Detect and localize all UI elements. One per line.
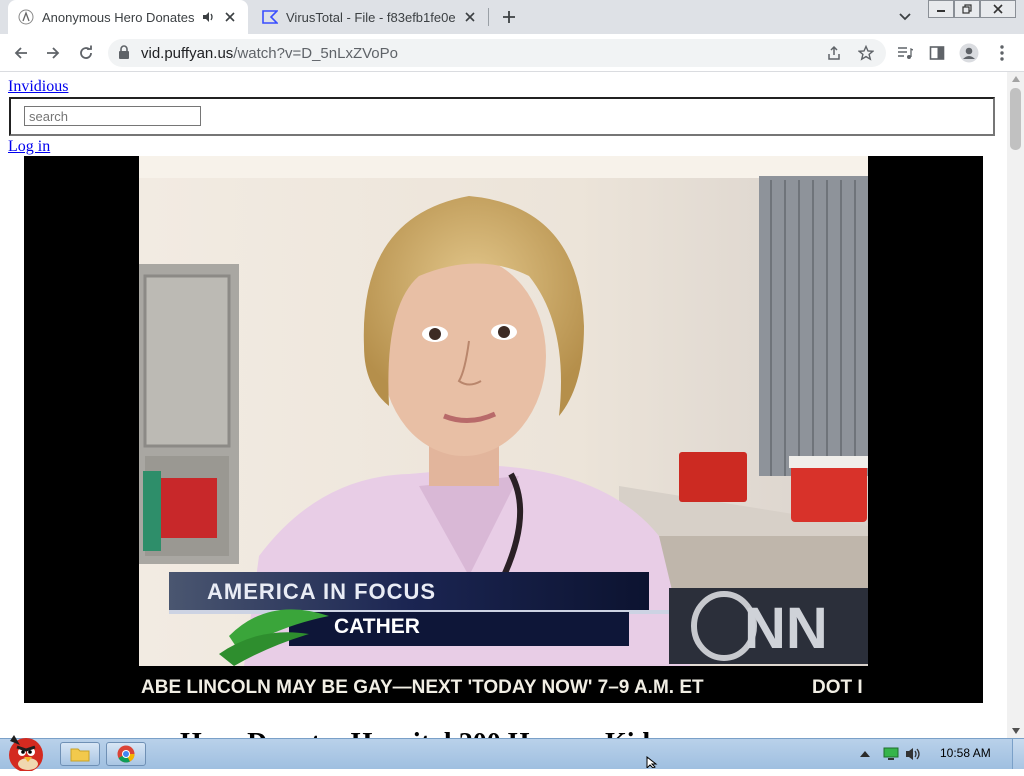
invidious-home-link[interactable]: Invidious bbox=[8, 78, 68, 96]
restore-button[interactable] bbox=[954, 0, 980, 18]
profile-button[interactable] bbox=[956, 40, 982, 66]
video-player[interactable]: NN AMERICA IN FOCUS CATHER ABE LINCOLN M… bbox=[24, 156, 983, 703]
search-input[interactable] bbox=[24, 106, 201, 126]
kebab-menu-icon bbox=[1000, 45, 1004, 61]
tab-anonymous-hero[interactable]: Anonymous Hero Donates bbox=[8, 0, 248, 34]
tab-separator bbox=[488, 8, 489, 26]
show-hidden-icons-button[interactable] bbox=[858, 745, 872, 763]
network-tray-button[interactable] bbox=[882, 745, 900, 763]
page-scrollbar[interactable] bbox=[1007, 72, 1024, 738]
tab-strip: Anonymous Hero Donates VirusTotal - File… bbox=[0, 0, 1024, 34]
video-frame[interactable]: NN AMERICA IN FOCUS CATHER ABE LINCOLN M… bbox=[139, 156, 868, 703]
url-host: vid.puffyan.us bbox=[141, 45, 234, 62]
tab-search-button[interactable] bbox=[893, 5, 917, 29]
folder-icon bbox=[70, 748, 90, 762]
chevron-up-icon bbox=[860, 751, 870, 757]
virustotal-favicon-icon bbox=[262, 9, 278, 25]
tab-title: Anonymous Hero Donates bbox=[42, 9, 195, 25]
lower-third-title: AMERICA IN FOCUS bbox=[207, 579, 436, 604]
side-panel-button[interactable] bbox=[924, 40, 950, 66]
minimize-button[interactable] bbox=[928, 0, 954, 18]
reload-button[interactable] bbox=[73, 40, 99, 66]
invidious-favicon-icon bbox=[18, 9, 34, 25]
browser-toolbar: vid.puffyan.us/watch?v=D_5nLxZVoPo bbox=[0, 34, 1024, 72]
side-panel-icon bbox=[929, 46, 945, 60]
url-text: vid.puffyan.us/watch?v=D_5nLxZVoPo bbox=[141, 45, 398, 62]
search-form bbox=[9, 97, 995, 136]
address-bar[interactable]: vid.puffyan.us/watch?v=D_5nLxZVoPo bbox=[108, 39, 886, 67]
video-still-image: NN AMERICA IN FOCUS CATHER ABE LINCOLN M… bbox=[139, 156, 868, 703]
menu-button[interactable] bbox=[989, 40, 1015, 66]
scrollbar-thumb[interactable] bbox=[1010, 88, 1021, 150]
volume-icon bbox=[906, 748, 920, 760]
tab-title: VirusTotal - File - f83efb1fe0e bbox=[286, 9, 456, 25]
arrow-right-icon bbox=[47, 47, 60, 59]
url-path: /watch?v=D_5nLxZVoPo bbox=[233, 45, 398, 62]
share-button[interactable] bbox=[821, 40, 847, 66]
news-ticker-text: ABE LINCOLN MAY BE GAY—NEXT 'TODAY NOW' … bbox=[141, 677, 704, 698]
login-link[interactable]: Log in bbox=[8, 138, 50, 156]
show-desktop-button[interactable] bbox=[1012, 739, 1024, 769]
start-button[interactable] bbox=[2, 731, 48, 772]
angry-bird-start-icon bbox=[9, 735, 43, 772]
tab-virustotal[interactable]: VirusTotal - File - f83efb1fe0e bbox=[252, 0, 488, 34]
minimize-icon bbox=[937, 10, 945, 12]
mouse-pointer-icon bbox=[646, 756, 658, 768]
close-window-button[interactable] bbox=[980, 0, 1016, 18]
restore-icon bbox=[962, 4, 972, 14]
chevron-down-icon bbox=[899, 13, 911, 21]
close-icon bbox=[993, 4, 1003, 14]
video-title: Hero Donates Hospital 200 Human Kids bbox=[180, 728, 661, 738]
media-control-button[interactable] bbox=[892, 40, 918, 66]
network-logo-text: NN bbox=[744, 596, 828, 661]
back-button[interactable] bbox=[8, 40, 34, 66]
taskbar-explorer-button[interactable] bbox=[60, 742, 100, 766]
close-tab-icon[interactable] bbox=[462, 9, 478, 25]
bookmark-button[interactable] bbox=[853, 40, 879, 66]
chrome-icon bbox=[117, 745, 135, 763]
forward-button[interactable] bbox=[40, 40, 66, 66]
lock-icon[interactable] bbox=[118, 45, 130, 64]
close-tab-icon[interactable] bbox=[222, 9, 238, 25]
news-ticker-tail: DOT I bbox=[812, 677, 863, 698]
star-icon bbox=[858, 45, 874, 61]
windows-taskbar: 10:58 AM bbox=[0, 735, 1024, 772]
volume-tray-button[interactable] bbox=[904, 745, 924, 763]
scroll-down-arrow-icon[interactable] bbox=[1007, 724, 1024, 738]
taskbar-clock[interactable]: 10:58 AM bbox=[940, 746, 991, 760]
network-icon bbox=[883, 747, 899, 760]
scroll-up-arrow-icon[interactable] bbox=[1007, 72, 1024, 86]
plus-icon bbox=[503, 11, 515, 23]
media-queue-icon bbox=[898, 47, 913, 59]
page-viewport: Invidious Log in bbox=[0, 72, 1007, 738]
new-tab-button[interactable] bbox=[497, 5, 521, 29]
speaker-icon[interactable] bbox=[200, 9, 216, 25]
reload-icon bbox=[80, 45, 92, 59]
lower-third-name: CATHER bbox=[334, 615, 420, 638]
share-icon bbox=[828, 45, 840, 60]
arrow-left-icon bbox=[14, 47, 27, 59]
avatar-icon bbox=[959, 43, 979, 63]
taskbar-chrome-button[interactable] bbox=[106, 742, 146, 766]
